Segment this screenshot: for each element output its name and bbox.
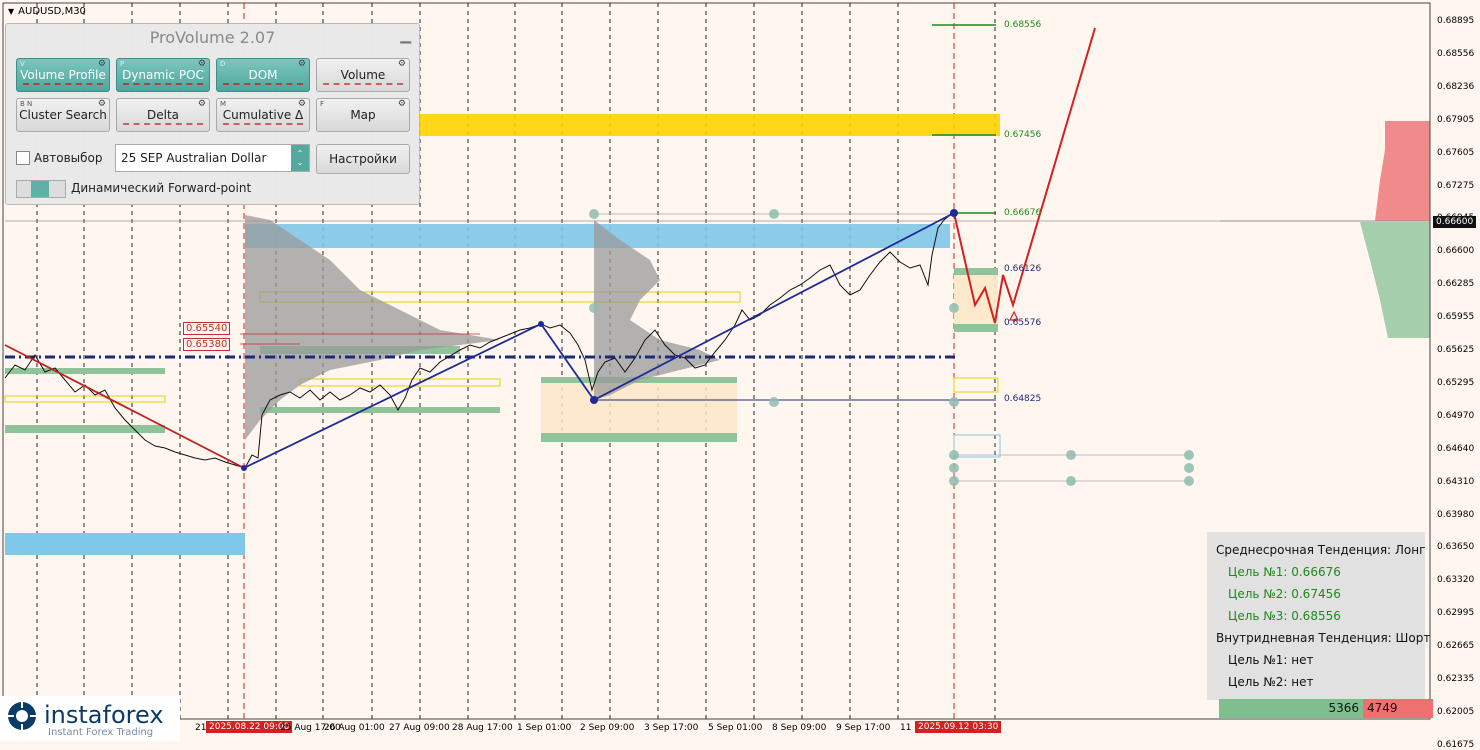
gear-icon[interactable]: ⚙ — [98, 99, 106, 109]
trend-info-panel: Среднесрочная Тенденция: Лонг Цель №1: 0… — [1207, 532, 1430, 700]
price-tick: 0.62005 — [1437, 706, 1475, 717]
price-tick: 0.65295 — [1437, 377, 1475, 388]
price-tick: 0.66285 — [1437, 279, 1475, 290]
provolume-panel[interactable]: ProVolume 2.07 ▁ V ⚙ Volume Profile P ⚙ Dyna… — [5, 23, 420, 205]
dynamic-poc-button[interactable]: P ⚙ Dynamic POC — [116, 58, 210, 92]
level-label-low: 0.64825 — [1004, 394, 1042, 404]
price-tick: 0.64640 — [1437, 443, 1475, 454]
level-label-support: 0.65576 — [1004, 318, 1042, 328]
price-tick: 0.68236 — [1437, 81, 1475, 92]
level-label-target2: 0.67456 — [1004, 130, 1042, 140]
gear-icon[interactable]: ⚙ — [398, 59, 406, 69]
intraday-target-2: Цель №2: нет — [1228, 675, 1314, 689]
spinner-arrows-icon[interactable]: ⌃ ⌄ — [291, 145, 309, 171]
intraday-target-1: Цель №1: нет — [1228, 653, 1314, 667]
price-tick: 0.68556 — [1437, 48, 1475, 59]
time-tick: 1 Sep 01:00 — [517, 723, 572, 733]
time-tick: 27 Aug 09:00 — [389, 723, 450, 733]
level-label-resistance: 0.66126 — [1004, 264, 1042, 274]
symbol-text: AUDUSD,M30 — [18, 6, 86, 17]
price-tick: 0.68895 — [1437, 16, 1475, 26]
sell-volume: 4749 — [1363, 699, 1433, 718]
cluster-search-button[interactable]: B N ⚙ Cluster Search — [16, 98, 110, 132]
current-price-badge: 0.66600 — [1433, 216, 1477, 228]
target-2: Цель №2: 0.67456 — [1228, 587, 1341, 601]
time-tick: 9 Sep 17:00 — [836, 723, 891, 733]
time-tick: 26 Aug 01:00 — [324, 723, 385, 733]
price-tick: 0.65625 — [1437, 345, 1475, 355]
checkbox-box[interactable] — [16, 151, 30, 165]
symbol-label: ▼ AUDUSD,M30 — [8, 6, 86, 17]
volume-button[interactable]: ⚙ Volume — [316, 58, 410, 92]
logo-gear-icon — [8, 702, 36, 730]
price-tick: 0.62335 — [1437, 674, 1475, 684]
price-tick: 0.63320 — [1437, 575, 1475, 586]
gear-icon[interactable]: ⚙ — [198, 99, 206, 109]
gear-icon[interactable]: ⚙ — [398, 99, 406, 109]
forward-point-label: Динамический Forward-point — [71, 181, 252, 195]
price-tag-upper: 0.65540 — [183, 322, 231, 335]
gear-icon[interactable]: ⚙ — [298, 59, 306, 69]
dropdown-triangle-icon[interactable]: ▼ — [8, 7, 14, 16]
level-label-target3: 0.68556 — [1004, 20, 1042, 30]
instrument-select[interactable]: 25 SEP Australian Dollar ⌃ ⌄ — [115, 144, 310, 172]
price-tick: 0.62995 — [1437, 608, 1475, 619]
volume-balance-bar: 5366 4749 — [1219, 699, 1433, 718]
cumulative-delta-button[interactable]: M ⚙ Cumulative Δ — [216, 98, 310, 132]
brand-name: instaforex — [44, 701, 164, 729]
time-tick: 8 Sep 09:00 — [772, 723, 827, 733]
price-tick: 0.65955 — [1437, 312, 1475, 323]
price-tick: 0.66600 — [1437, 246, 1475, 257]
price-tag-lower: 0.65380 — [183, 338, 231, 351]
time-tick: 11 — [900, 723, 912, 733]
price-tick: 0.64970 — [1437, 410, 1475, 421]
time-highlight-end: 2025.09.12 03:30 — [915, 721, 1002, 733]
time-tick: 5 Sep 01:00 — [708, 723, 763, 733]
settings-button[interactable]: Настройки — [316, 144, 410, 174]
price-tick: 0.63650 — [1437, 542, 1475, 553]
price-tick: 0.67905 — [1437, 114, 1475, 125]
target-1: Цель №1: 0.66676 — [1228, 565, 1341, 579]
level-label-target1: 0.66676 — [1004, 208, 1042, 218]
delta-button[interactable]: ⚙ Delta — [116, 98, 210, 132]
instaforex-logo: instaforex Instant Forex Trading — [0, 696, 180, 741]
price-tick: 0.67605 — [1437, 147, 1475, 158]
gear-icon[interactable]: ⚙ — [198, 59, 206, 69]
price-tick: 0.64310 — [1437, 476, 1475, 487]
time-tick: 28 Aug 17:00 — [452, 723, 513, 733]
price-tick: 0.67275 — [1437, 180, 1475, 191]
price-tick: 0.61675 — [1437, 739, 1475, 750]
gear-icon[interactable]: ⚙ — [298, 99, 306, 109]
map-button[interactable]: F ⚙ Map — [316, 98, 410, 132]
gear-icon[interactable]: ⚙ — [98, 59, 106, 69]
brand-tagline: Instant Forex Trading — [48, 727, 154, 738]
minimize-button[interactable]: ▁ — [400, 28, 411, 44]
price-tick: 0.63980 — [1437, 509, 1475, 520]
time-tick: 3 Sep 17:00 — [644, 723, 699, 733]
price-tick: 0.62665 — [1437, 641, 1475, 652]
dom-button[interactable]: D ⚙ DOM — [216, 58, 310, 92]
buy-volume: 5366 — [1219, 699, 1363, 718]
forward-point-toggle[interactable] — [16, 180, 66, 198]
auto-select-checkbox[interactable]: Автовыбор — [16, 151, 103, 165]
target-3: Цель №3: 0.68556 — [1228, 609, 1341, 623]
time-tick: 2 Sep 09:00 — [580, 723, 635, 733]
intraday-trend: Внутридневная Тенденция: Шорт — [1216, 631, 1431, 645]
panel-title: ProVolume 2.07 — [149, 28, 276, 47]
volume-profile-button[interactable]: V ⚙ Volume Profile — [16, 58, 110, 92]
mid-term-trend: Среднесрочная Тенденция: Лонг — [1216, 543, 1426, 557]
